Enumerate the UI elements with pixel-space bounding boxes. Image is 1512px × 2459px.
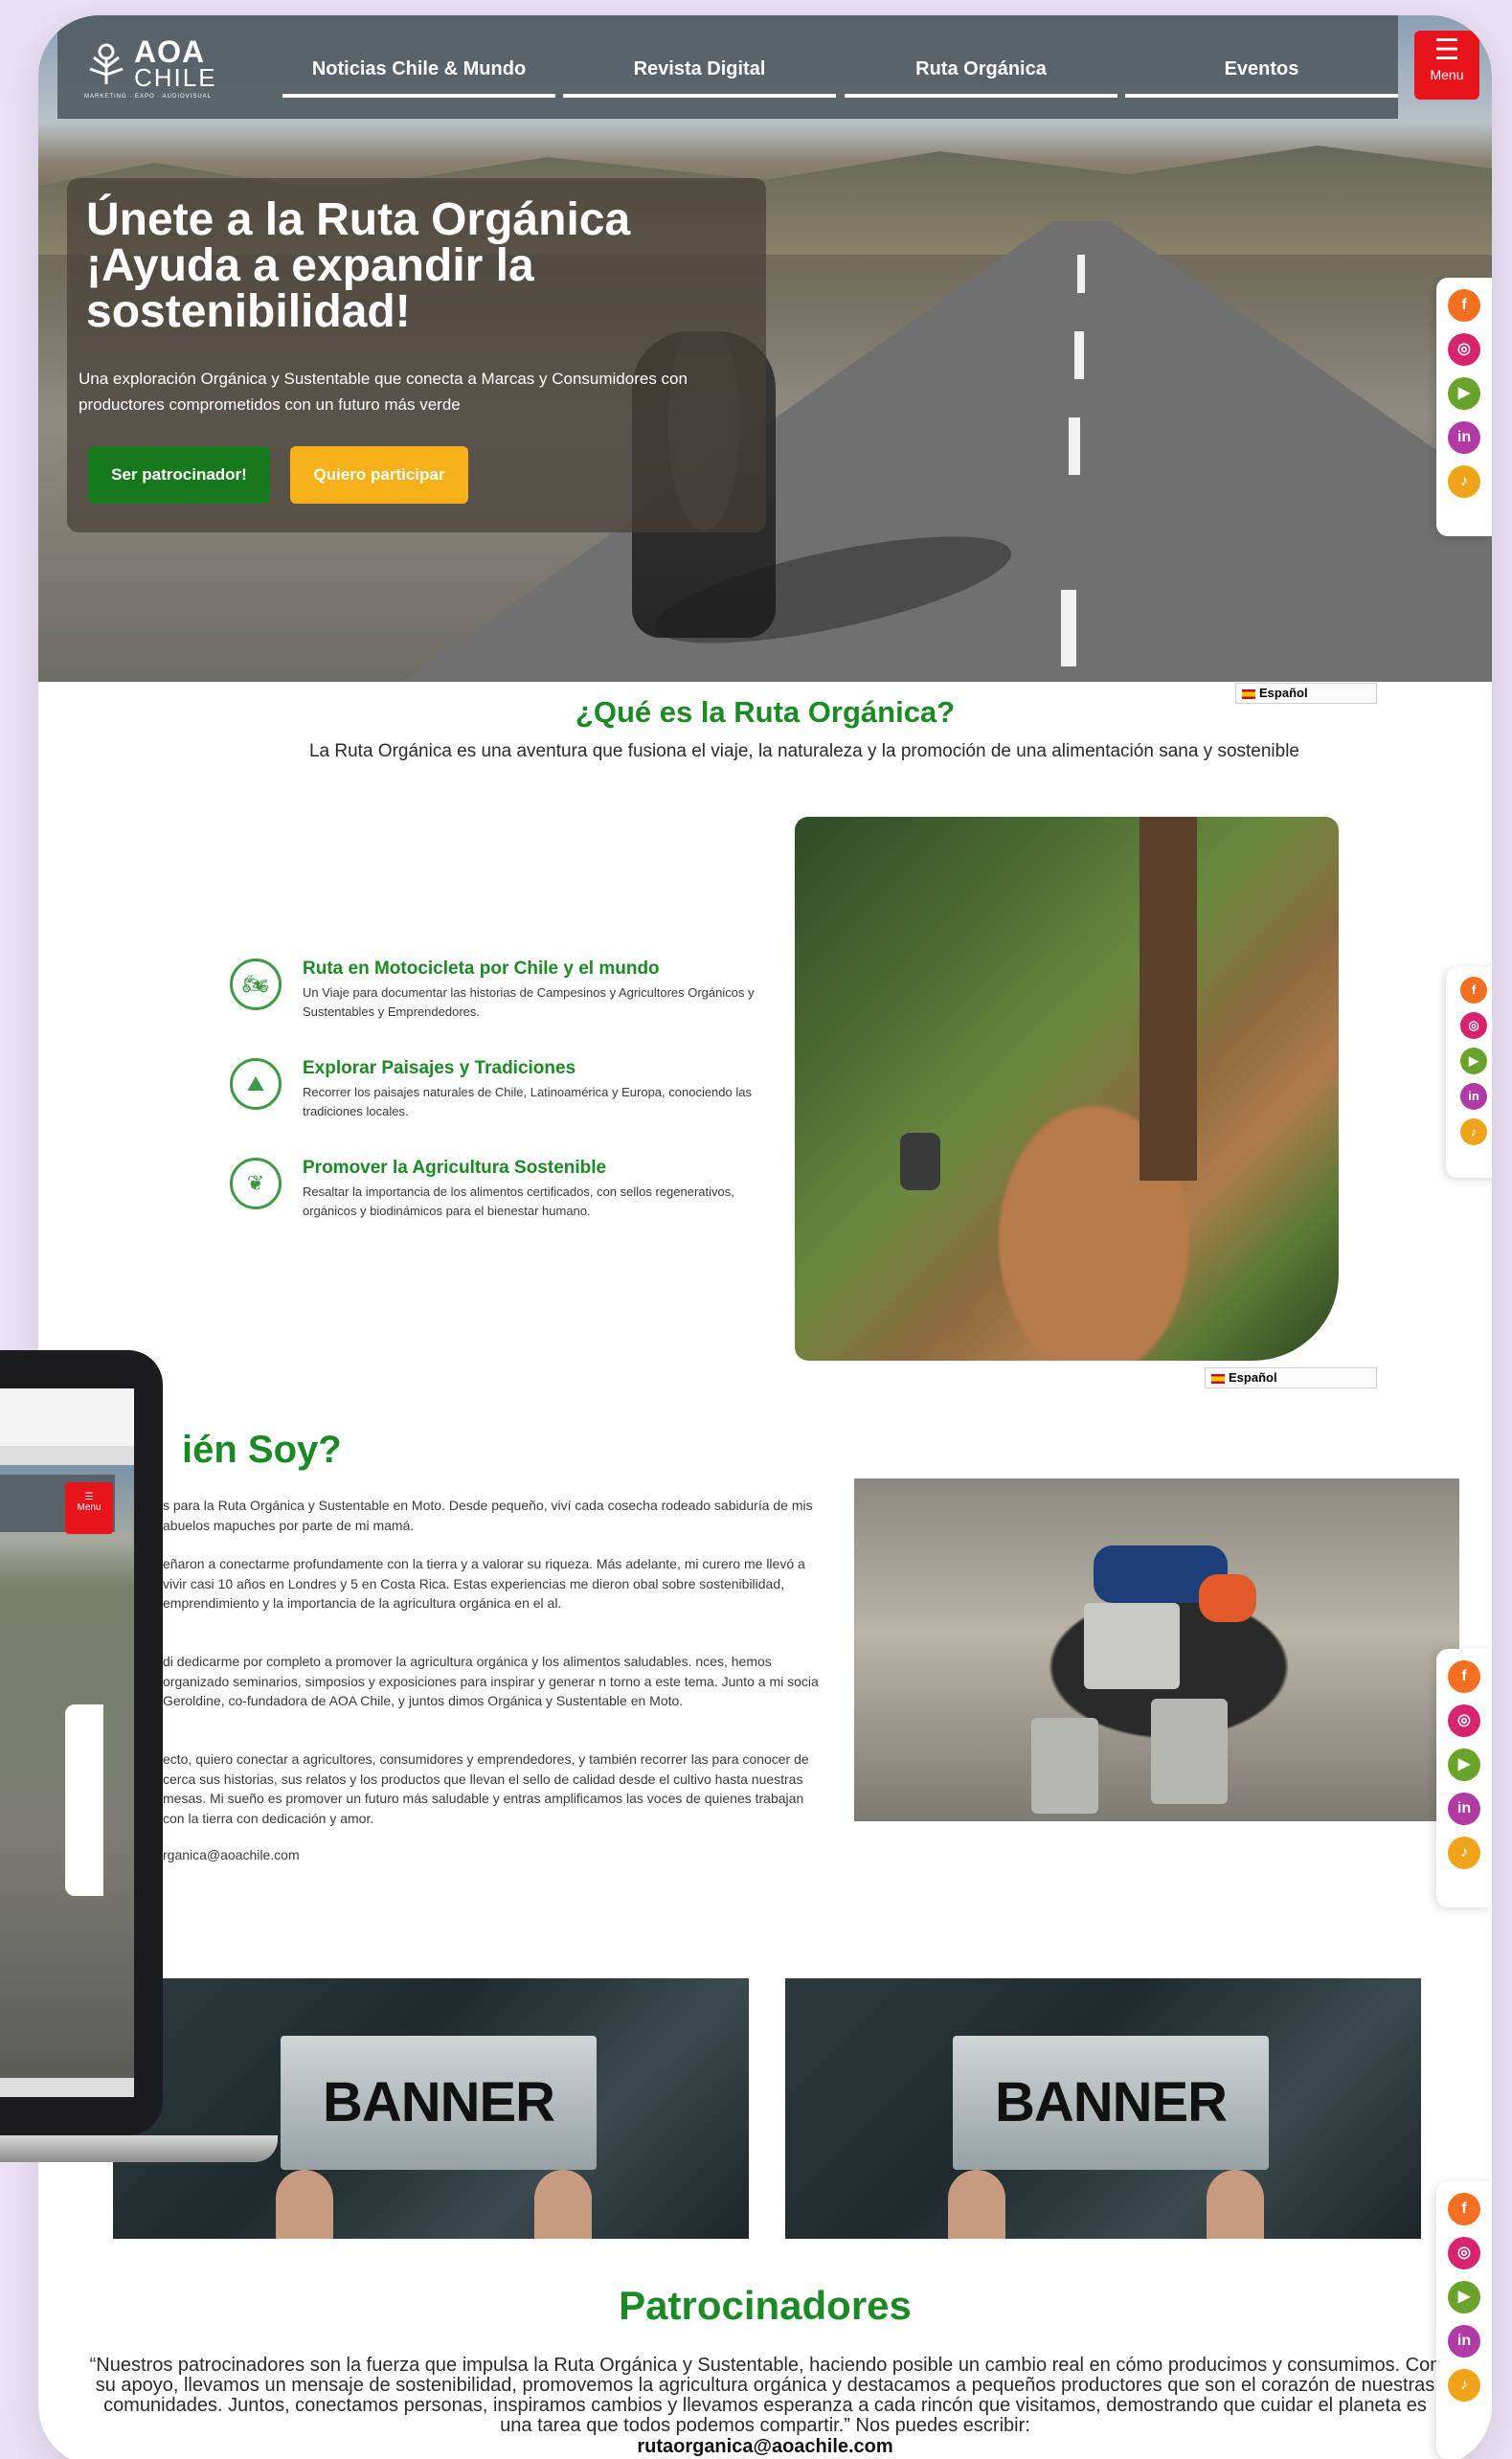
side-case — [1031, 1718, 1098, 1814]
landscape-icon: ⛰ — [230, 1058, 282, 1110]
leaf-logo-icon — [89, 43, 124, 84]
banner-ad[interactable]: BANNER — [785, 1978, 1421, 2239]
language-label: Español — [1229, 1370, 1277, 1385]
sponsors-email[interactable]: rutaorganica@aoachile.com — [38, 2436, 1492, 2458]
que-es-title: ¿Qué es la Ruta Orgánica? — [575, 695, 956, 729]
hero-section: AOA CHILE MARKETING · EXPO · AUDIOVISUAL… — [38, 15, 1492, 682]
linkedin-icon[interactable]: in — [1448, 1793, 1480, 1825]
road-marking — [1077, 255, 1085, 293]
nav-noticias[interactable]: Noticias Chile & Mundo — [282, 50, 555, 98]
youtube-icon[interactable]: ▶ — [1448, 377, 1480, 410]
social-bar: f ◎ ▶ in ♪ — [1436, 278, 1492, 536]
tiktok-icon[interactable]: ♪ — [1460, 1118, 1487, 1145]
social-bar: f ◎ ▶ in ♪ — [1446, 967, 1492, 1178]
bio-paragraph: ecto, quiero conectar a agricultores, co… — [163, 1751, 809, 1826]
bio-paragraph: eñaron a conectarme profundamente con la… — [163, 1556, 805, 1611]
linkedin-icon[interactable]: in — [1448, 2325, 1480, 2357]
road-marking — [1074, 331, 1084, 379]
spain-flag-icon — [1211, 1373, 1225, 1384]
tiktok-icon[interactable]: ♪ — [1448, 2369, 1480, 2402]
banner-plate: BANNER — [281, 2036, 597, 2170]
banner-plate: BANNER — [953, 2036, 1269, 2170]
feature-desc: Recorrer los paisajes naturales de Chile… — [303, 1085, 752, 1118]
sprout-icon: ❦ — [230, 1158, 282, 1209]
feature-desc: Resaltar la importancia de los alimentos… — [303, 1184, 734, 1218]
instagram-icon[interactable]: ◎ — [1448, 2237, 1480, 2269]
logo-text-chile: CHILE — [134, 63, 217, 92]
top-case — [1084, 1603, 1180, 1689]
banner-ad[interactable]: BANNER — [113, 1978, 749, 2239]
feature-title: Promover la Agricultura Sostenible — [303, 1158, 607, 1178]
hero-subtitle: Una exploración Orgánica y Sustentable q… — [79, 370, 688, 414]
nav-revista-digital[interactable]: Revista Digital — [563, 50, 836, 98]
road-marking — [1061, 590, 1076, 666]
laptop-menu-button: ☰ Menu — [65, 1482, 113, 1534]
instagram-icon[interactable]: ◎ — [1448, 333, 1480, 366]
luggage-bag — [1199, 1574, 1256, 1622]
sponsor-button[interactable]: Ser patrocinador! — [88, 446, 270, 504]
feature-title: Explorar Paisajes y Tradiciones — [303, 1058, 576, 1078]
hand — [276, 2170, 333, 2239]
laptop-screen: ☰ Menu — [0, 1388, 134, 2097]
tiktok-icon[interactable]: ♪ — [1448, 1837, 1480, 1869]
feature-desc: Un Viaje para documentar las historias d… — [303, 985, 755, 1019]
road-marking — [1069, 417, 1080, 475]
facebook-icon[interactable]: f — [1448, 1660, 1480, 1693]
logo-tagline: MARKETING · EXPO · AUDIOVISUAL — [84, 94, 213, 100]
hamburger-icon: ☰ — [1433, 34, 1460, 66]
motorcycle-icon: 🏍 — [230, 959, 282, 1010]
language-selector[interactable]: Español — [1205, 1367, 1377, 1388]
feature-title: Ruta en Motocicleta por Chile y el mundo — [303, 959, 660, 979]
nav-ruta-organica[interactable]: Ruta Orgánica — [845, 50, 1117, 98]
bio-paragraph: di dedicarme por completo a promover la … — [163, 1654, 819, 1708]
tree-trunk — [1140, 817, 1197, 1181]
facebook-icon[interactable]: f — [1448, 289, 1480, 322]
facebook-icon[interactable]: f — [1448, 2193, 1480, 2225]
sponsors-text: “Nuestros patrocinadores son la fuerza q… — [89, 2355, 1441, 2436]
rider-on-trail — [900, 1133, 940, 1190]
hand — [1207, 2170, 1264, 2239]
menu-label: Menu — [1430, 67, 1464, 82]
linkedin-icon[interactable]: in — [1460, 1083, 1487, 1110]
sponsors-title: Patrocinadores — [619, 2283, 912, 2328]
feature-item: ⛰ Explorar Paisajes y Tradiciones Recorr… — [230, 1058, 766, 1135]
youtube-icon[interactable]: ▶ — [1448, 1748, 1480, 1781]
que-es-intro: La Ruta Orgánica es una aventura que fus… — [308, 741, 1300, 761]
laptop-social-bar — [65, 1704, 103, 1896]
laptop-base — [0, 2135, 278, 2162]
bio-email[interactable]: rganica@aoachile.com — [163, 1845, 824, 1865]
hand — [534, 2170, 592, 2239]
feature-item: ❦ Promover la Agricultura Sostenible Res… — [230, 1158, 766, 1234]
side-case — [1151, 1699, 1228, 1804]
feature-item: 🏍 Ruta en Motocicleta por Chile y el mun… — [230, 959, 766, 1035]
social-bar: f ◎ ▶ in ♪ — [1436, 2181, 1492, 2459]
hero-title: Únete a la Ruta Orgánica ¡Ayuda a expand… — [86, 194, 631, 337]
laptop-mockup: ☰ Menu — [0, 1350, 278, 2162]
instagram-icon[interactable]: ◎ — [1448, 1704, 1480, 1737]
tiktok-icon[interactable]: ♪ — [1448, 465, 1480, 498]
laptop-menu-label: Menu — [77, 1502, 102, 1513]
youtube-icon[interactable]: ▶ — [1460, 1048, 1487, 1074]
participate-button[interactable]: Quiero participar — [290, 446, 468, 504]
facebook-icon[interactable]: f — [1460, 977, 1487, 1004]
nav-eventos[interactable]: Eventos — [1125, 50, 1398, 98]
instagram-icon[interactable]: ◎ — [1460, 1012, 1487, 1039]
loaded-motorcycle-image — [854, 1478, 1459, 1821]
browser-toolbar — [0, 1388, 134, 1446]
social-bar: f ◎ ▶ in ♪ — [1436, 1649, 1492, 1907]
menu-button[interactable]: ☰ Menu — [1414, 31, 1479, 100]
page: AOA CHILE MARKETING · EXPO · AUDIOVISUAL… — [38, 15, 1492, 2459]
quien-soy-title: ién Soy? — [182, 1429, 342, 1471]
hero-card: Únete a la Ruta Orgánica ¡Ayuda a expand… — [67, 178, 766, 532]
forest-road-image — [795, 817, 1339, 1361]
top-navbar: AOA CHILE MARKETING · EXPO · AUDIOVISUAL… — [57, 15, 1398, 119]
bio-paragraph: s para la Ruta Orgánica y Sustentable en… — [163, 1498, 813, 1533]
hand — [948, 2170, 1005, 2239]
linkedin-icon[interactable]: in — [1448, 421, 1480, 454]
aoa-chile-logo[interactable]: AOA CHILE MARKETING · EXPO · AUDIOVISUAL — [84, 34, 228, 102]
youtube-icon[interactable]: ▶ — [1448, 2281, 1480, 2313]
